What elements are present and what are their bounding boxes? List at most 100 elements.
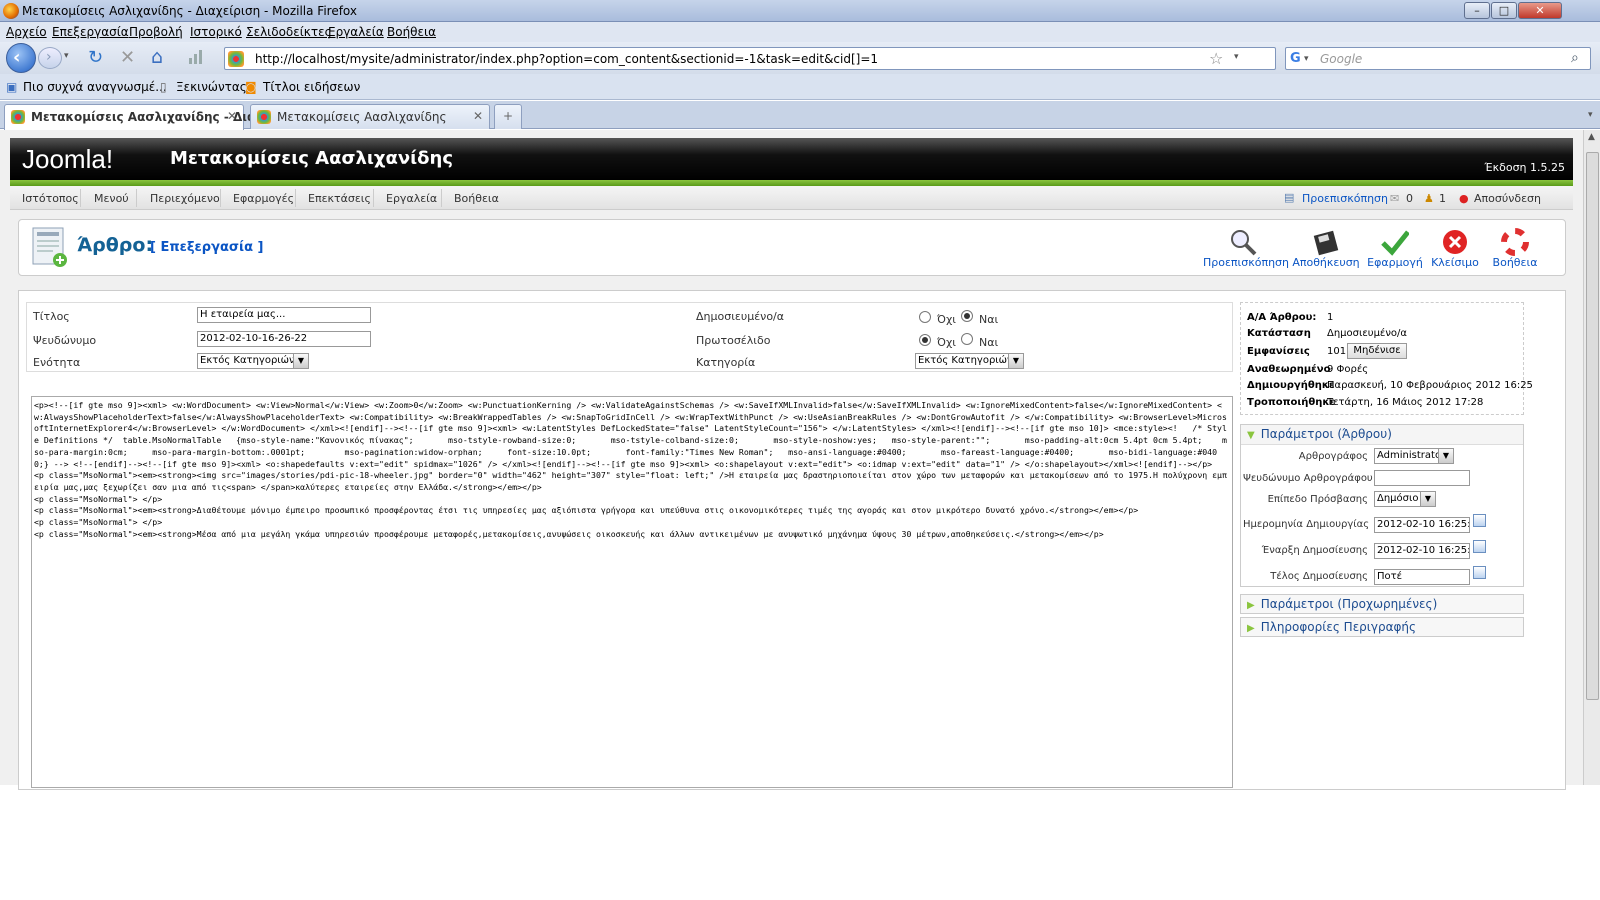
floppy-icon [1312, 228, 1340, 256]
search-engine-dropdown-icon[interactable]: ▾ [1304, 54, 1309, 64]
minimize-button[interactable]: – [1464, 2, 1490, 19]
section-select[interactable]: Εκτός Κατηγοριών ▼ [197, 353, 309, 369]
published-yes-radio[interactable] [961, 310, 973, 322]
close-button[interactable]: Κλείσιμο [1427, 220, 1483, 269]
author-select[interactable]: Administrator ▼ [1374, 448, 1454, 464]
menu-view[interactable]: Προβολή [129, 25, 183, 39]
preview-button[interactable]: Προεπισκόπηση [1203, 220, 1289, 269]
alias-input[interactable]: 2012-02-10-16-26-22 [197, 331, 371, 347]
metadata-pane[interactable]: ▶ Πληροφορίες Περιγραφής [1240, 617, 1524, 637]
info-hits-label: Εμφανίσεις [1247, 346, 1310, 357]
admin-menu-help[interactable]: Βοήθεια [454, 192, 499, 205]
checkmark-icon [1381, 228, 1410, 256]
menu-help[interactable]: Βοήθεια [387, 25, 436, 39]
bookmark-most-visited[interactable]: Πιο συχνά αναγνωσμέ... [23, 80, 167, 94]
author-alias-input[interactable] [1374, 470, 1470, 486]
search-icon[interactable]: ⌕ [1571, 50, 1579, 66]
help-label: Βοήθεια [1492, 256, 1538, 269]
admin-menu-tools[interactable]: Εργαλεία [386, 192, 437, 205]
page-title: Άρθρο: [77, 234, 154, 256]
new-tab-button[interactable]: + [494, 104, 522, 129]
publish-up-input[interactable]: 2012-02-10 16:25:46 [1374, 543, 1470, 559]
search-bar[interactable]: G ▾ Google ⌕ [1285, 47, 1591, 70]
admin-menu-content[interactable]: Περιεχόμενο [150, 192, 220, 205]
scrollbar-thumb[interactable] [1586, 152, 1599, 700]
messages-count[interactable]: 0 [1406, 192, 1413, 205]
published-label: Δημοσιευμένο/α [696, 310, 785, 323]
bookmark-getting-started[interactable]: Ξεκινώντας [176, 80, 247, 94]
publish-down-input[interactable]: Ποτέ [1374, 569, 1470, 585]
advanced-params-pane[interactable]: ▶ Παράμετροι (Προχωρημένες) [1240, 594, 1524, 614]
info-hits-value: 101 [1327, 346, 1347, 357]
back-button[interactable]: ‹ [6, 43, 36, 73]
google-icon: G [1290, 51, 1301, 66]
menu-file[interactable]: Αρχείο [6, 25, 47, 39]
tab-close-icon[interactable]: ✕ [227, 109, 237, 123]
messages-icon: ✉ [1390, 192, 1400, 205]
content-editor[interactable]: <p><!--[if gte mso 9]><xml> <w:WordDocum… [31, 396, 1233, 788]
category-select[interactable]: Εκτός Κατηγοριών ▼ [915, 353, 1024, 369]
frontpage-yes-radio[interactable] [961, 333, 973, 345]
admin-menu-menus[interactable]: Μενού [94, 192, 129, 205]
admin-menu-extensions[interactable]: Επεκτάσεις [308, 192, 371, 205]
bar-chart-icon[interactable] [188, 49, 204, 65]
title-input[interactable]: Η εταιρεία μας... [197, 307, 371, 323]
url-dropdown-icon[interactable]: ▾ [1234, 52, 1239, 62]
bookmark-headlines[interactable]: Τίτλοι ειδήσεων [263, 80, 360, 94]
scroll-up-icon[interactable]: ▲ [1588, 132, 1595, 142]
close-window-button[interactable]: ✕ [1518, 2, 1562, 19]
frontpage-yes-label: Ναι [979, 336, 999, 349]
joomla-site-icon [228, 51, 244, 67]
access-select[interactable]: Δημόσιο ▼ [1374, 491, 1436, 507]
star-icon[interactable]: ☆ [1209, 49, 1223, 68]
info-revised-label: Αναθεωρημένο [1247, 364, 1331, 375]
publish-up-label: Έναρξη Δημοσίευσης [1261, 545, 1368, 556]
menu-bookmarks[interactable]: Σελιδοδείκτες [246, 25, 332, 39]
tab-admin[interactable]: Μετακομίσεις Αασλιχανίδης - Δια... ✕ [4, 104, 269, 130]
users-icon: ♟ [1424, 192, 1434, 205]
info-modified-value: Τετάρτη, 16 Μάιος 2012 17:28 [1327, 397, 1484, 408]
reset-hits-button[interactable]: Μηδένισε [1347, 343, 1407, 359]
maximize-button[interactable]: □ [1491, 2, 1517, 19]
lifebuoy-icon [1501, 228, 1529, 256]
published-yes-label: Ναι [979, 313, 999, 326]
published-no-label: Όχι [937, 313, 957, 326]
status-preview-link[interactable]: Προεπισκόπηση [1302, 192, 1388, 205]
admin-menu-site[interactable]: Ιστότοπος [22, 192, 79, 205]
save-label: Αποθήκευση [1292, 256, 1360, 269]
tab-site[interactable]: Μετακομίσεις Αασλιχανίδης ✕ [250, 104, 490, 129]
history-dropdown-icon[interactable]: ▾ [64, 51, 69, 61]
frontpage-no-radio[interactable] [919, 334, 931, 346]
calendar-icon[interactable] [1473, 514, 1486, 527]
tab-list-dropdown-icon[interactable]: ▾ [1588, 110, 1593, 120]
vertical-scrollbar[interactable]: ▲ [1583, 130, 1600, 785]
info-created-value: Παρασκευή, 10 Φεβρουάριος 2012 16:25 [1327, 380, 1533, 391]
info-revised-value: 9 Φορές [1327, 364, 1369, 375]
apply-button[interactable]: Εφαρμογή [1365, 220, 1425, 269]
admin-menu-components[interactable]: Εφαρμογές [233, 192, 294, 205]
help-button[interactable]: Βοήθεια [1485, 220, 1545, 269]
users-count[interactable]: 1 [1439, 192, 1446, 205]
menu-history[interactable]: Ιστορικό [190, 25, 242, 39]
tab-close-icon[interactable]: ✕ [473, 109, 483, 123]
save-button[interactable]: Αποθήκευση [1291, 220, 1361, 269]
menu-tools[interactable]: Εργαλεία [328, 25, 384, 39]
logout-link[interactable]: Αποσύνδεση [1474, 192, 1541, 205]
collapsed-arrow-icon: ▶ [1247, 600, 1255, 611]
created-date-input[interactable]: 2012-02-10 16:25:46 [1374, 517, 1470, 533]
home-icon[interactable]: ⌂ [151, 46, 163, 68]
url-bar[interactable]: http://localhost/mysite/administrator/in… [224, 47, 1276, 70]
version-label: Έκδοση 1.5.25 [1484, 161, 1565, 174]
article-params-header[interactable]: ▼ Παράμετροι (Άρθρου) [1241, 425, 1523, 445]
tab-site-label: Μετακομίσεις Αασλιχανίδης [277, 110, 447, 124]
menu-edit[interactable]: Επεξεργασία [52, 25, 129, 39]
stop-icon[interactable]: ✕ [120, 47, 135, 68]
title-label: Τίτλος [33, 310, 70, 323]
published-no-radio[interactable] [919, 311, 931, 323]
calendar-icon[interactable] [1473, 566, 1486, 579]
reload-icon[interactable]: ↻ [88, 47, 103, 68]
calendar-icon[interactable] [1473, 540, 1486, 553]
forward-button[interactable]: › [38, 47, 62, 69]
back-arrow-icon: ‹ [13, 47, 21, 68]
joomla-header: Joomla! Μετακομίσεις Αασλιχανίδης Έκδοση… [10, 138, 1573, 180]
